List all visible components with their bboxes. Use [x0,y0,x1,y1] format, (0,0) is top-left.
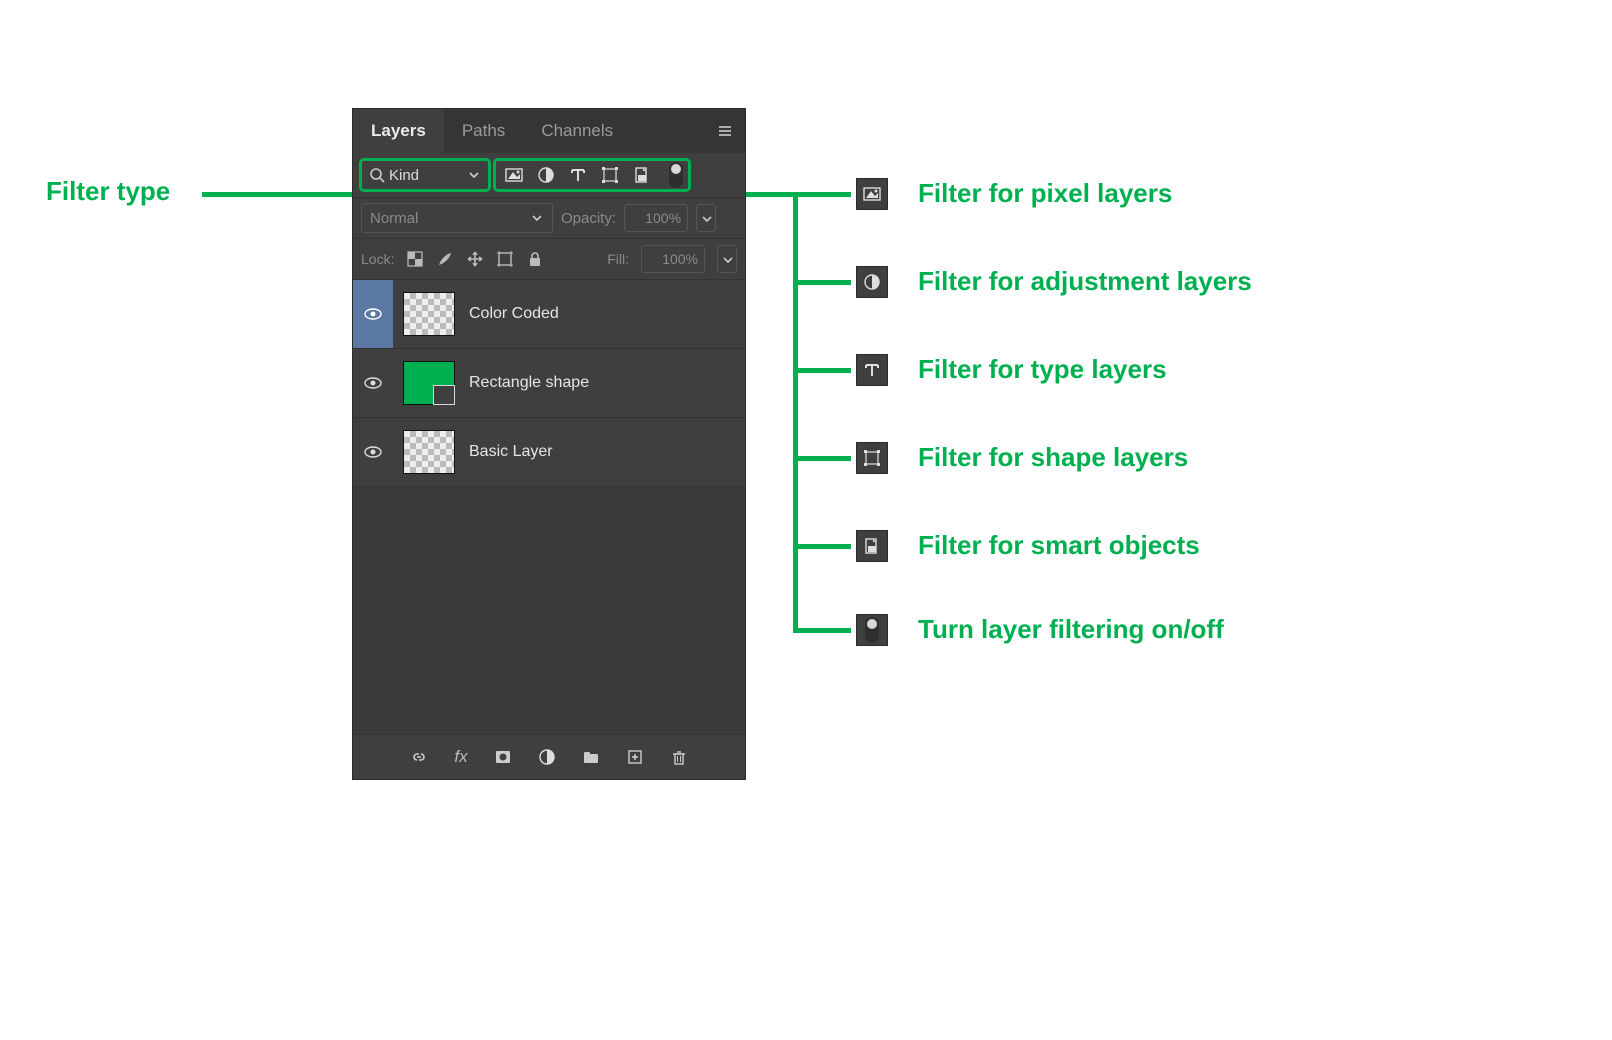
filter-row: Kind [353,153,745,197]
filter-pixel-icon[interactable] [505,166,523,184]
chevron-down-icon [530,211,544,225]
layers-panel: Layers Paths Channels Kind No [352,108,746,780]
opacity-stepper[interactable] [696,204,716,232]
opacity-label: Opacity: [561,210,616,227]
filter-shape-icon[interactable] [601,166,619,184]
lock-position-icon[interactable] [466,250,484,268]
connector-line [793,456,851,461]
tab-channels[interactable]: Channels [523,109,631,153]
link-icon[interactable] [410,749,428,765]
connector-line [746,192,798,197]
mask-icon[interactable] [494,748,512,766]
layer-row[interactable]: Basic Layer [353,418,745,487]
layer-name[interactable]: Basic Layer [469,443,553,461]
connector-line [793,280,851,285]
blend-mode-dropdown[interactable]: Normal [361,203,553,233]
legend-label: Filter for smart objects [918,530,1200,561]
filter-type-icon [856,354,888,386]
filter-shape-icon [856,442,888,474]
filter-smartobject-icon[interactable] [633,166,651,184]
filter-toggle-icon [856,614,888,646]
legend-label: Filter for pixel layers [918,178,1172,209]
panel-tabs: Layers Paths Channels [353,109,745,153]
layer-name[interactable]: Rectangle shape [469,374,589,392]
legend-row: Filter for shape layers [856,442,888,474]
visibility-toggle[interactable] [353,375,393,391]
legend-row: Filter for pixel layers [856,178,888,210]
visibility-toggle[interactable] [353,444,393,460]
filter-icons-group [495,160,689,190]
fill-label: Fill: [607,251,629,267]
panel-footer: fx [353,734,745,779]
group-icon[interactable] [582,748,600,766]
layers-empty-area [353,487,745,734]
lock-row: Lock: Fill: 100% [353,238,745,280]
layer-thumbnail[interactable] [403,292,455,336]
adjustment-icon[interactable] [538,748,556,766]
legend-row: Filter for adjustment layers [856,266,888,298]
filter-smartobject-icon [856,530,888,562]
blend-mode-value: Normal [370,210,418,227]
legend-label: Filter for adjustment layers [918,266,1252,297]
connector-line [793,544,851,549]
layer-row[interactable]: Rectangle shape [353,349,745,418]
connector-line [793,368,851,373]
filter-toggle-icon[interactable] [669,162,683,188]
lock-all-icon[interactable] [526,250,544,268]
new-layer-icon[interactable] [626,748,644,766]
chevron-down-icon [467,168,481,182]
fx-icon[interactable]: fx [454,747,467,767]
search-icon [369,167,385,183]
layer-thumbnail[interactable] [403,361,455,405]
lock-image-icon[interactable] [436,250,454,268]
filter-adjustment-icon[interactable] [537,166,555,184]
trash-icon[interactable] [670,748,688,766]
layer-name[interactable]: Color Coded [469,305,559,323]
filter-pixel-icon [856,178,888,210]
legend-label: Turn layer filtering on/off [918,614,1224,645]
lock-artboard-icon[interactable] [496,250,514,268]
tab-paths[interactable]: Paths [444,109,523,153]
layer-thumbnail[interactable] [403,430,455,474]
legend-label: Filter for type layers [918,354,1167,385]
filter-type-icon[interactable] [569,166,587,184]
connector-line [793,628,851,633]
filter-kind-dropdown[interactable]: Kind [361,160,489,190]
opacity-value[interactable]: 100% [624,204,688,232]
connector-line [793,192,798,633]
blend-row: Normal Opacity: 100% [353,197,745,238]
lock-transparent-icon[interactable] [406,250,424,268]
annotation-filter-type: Filter type [46,176,170,207]
fill-value[interactable]: 100% [641,245,705,273]
visibility-toggle[interactable] [353,280,393,348]
layer-row[interactable]: Color Coded [353,280,745,349]
connector-line [793,192,851,197]
legend-row: Turn layer filtering on/off [856,614,888,646]
legend-row: Filter for type layers [856,354,888,386]
connector-line [202,192,354,197]
legend-label: Filter for shape layers [918,442,1188,473]
tab-layers[interactable]: Layers [353,109,444,153]
diagram-stage: Filter type Layers Paths Channels Kind [0,0,1612,1040]
filter-adjustment-icon [856,266,888,298]
fill-stepper[interactable] [717,245,737,273]
lock-label: Lock: [361,251,394,267]
legend-row: Filter for smart objects [856,530,888,562]
filter-kind-label: Kind [389,167,419,184]
layers-list: Color Coded Rectangle shape Basic Layer [353,280,745,487]
panel-menu-button[interactable] [705,109,745,153]
